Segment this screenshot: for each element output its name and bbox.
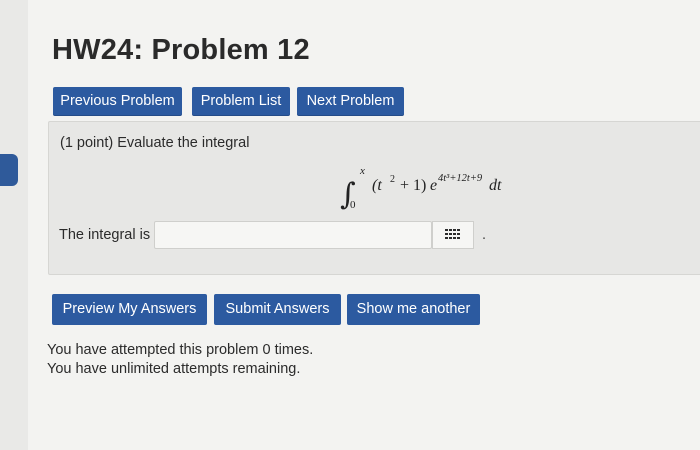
integral-expression: ∫ x 0 (t 2 + 1) e 4t³+12t+9 dt — [340, 165, 502, 212]
keypad-grid-icon — [445, 229, 460, 239]
remaining-attempts-status: You have unlimited attempts remaining. — [47, 361, 301, 377]
submit-answers-button[interactable]: Submit Answers — [214, 294, 341, 325]
exp-exponent: 4t³+12t+9 — [438, 173, 483, 184]
problem-list-button[interactable]: Problem List — [192, 87, 290, 116]
attempts-status: You have attempted this problem 0 times. — [47, 342, 314, 358]
answer-trailing-period: . — [482, 227, 487, 243]
integrand-base-tail: + 1) — [396, 177, 426, 194]
integral-upper-limit: x — [359, 165, 365, 177]
answer-label: The integral is — [59, 227, 151, 243]
preview-answers-button[interactable]: Preview My Answers — [52, 294, 207, 325]
problem-prompt: (1 point) Evaluate the integral — [60, 135, 250, 151]
integrand-base-exponent: 2 — [390, 174, 395, 185]
answer-input[interactable] — [154, 221, 432, 249]
page-title: HW24: Problem 12 — [52, 34, 310, 66]
sidebar-toggle-tab[interactable] — [0, 154, 18, 186]
math-keypad-button[interactable] — [432, 221, 474, 249]
integrand-base: (t — [372, 177, 382, 194]
integral-lower-limit: 0 — [350, 199, 356, 211]
next-problem-button[interactable]: Next Problem — [297, 87, 404, 116]
previous-problem-button[interactable]: Previous Problem — [53, 87, 182, 116]
exp-base: e — [430, 177, 437, 194]
integral-differential: dt — [489, 177, 502, 194]
show-another-button[interactable]: Show me another — [347, 294, 480, 325]
